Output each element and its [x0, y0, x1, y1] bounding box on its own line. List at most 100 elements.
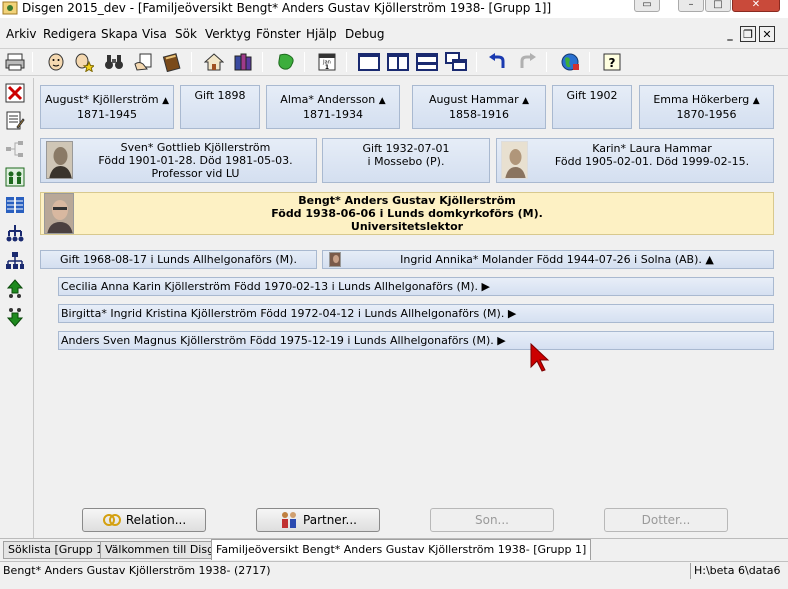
marriage-text: Gift 1898 — [194, 89, 246, 102]
main-person-birth: Född 1938-06-06 i Lunds domkyrkoförs (M)… — [271, 207, 543, 220]
menu-hjalp[interactable]: Hjälp — [306, 26, 337, 42]
menu-visa[interactable]: Visa — [142, 26, 167, 42]
menu-fonster[interactable]: Fönster — [256, 26, 301, 42]
father-photo — [46, 141, 73, 179]
parents-marriage-card[interactable]: Gift 1932-07-01 i Mossebo (P). — [322, 138, 490, 183]
person-years: 1858-1916 — [449, 108, 509, 121]
book-icon[interactable] — [161, 51, 183, 73]
tab-familjeoversikt[interactable]: Familjeöversikt Bengt* Anders Gustav Kjö… — [211, 539, 592, 560]
person-title: Professor vid LU — [151, 167, 240, 180]
descendant-list-icon[interactable] — [4, 194, 26, 216]
main-person-photo — [44, 193, 74, 234]
books-stack-icon[interactable] — [232, 51, 254, 73]
grandfather-paternal-card[interactable]: August* Kjöllerström ▲ 1871-1945 — [40, 85, 174, 129]
org-chart-icon[interactable] — [4, 250, 26, 272]
spouse-card[interactable]: Ingrid Annika* Molander Född 1944-07-26 … — [322, 250, 774, 269]
person-years: 1871-1934 — [303, 108, 363, 121]
up-arrow-icon[interactable]: ▲ — [162, 96, 169, 106]
app-icon — [2, 1, 18, 15]
undo-icon[interactable] — [487, 51, 509, 73]
relation-button[interactable]: Relation... — [82, 508, 206, 532]
minimize-button[interactable]: – — [678, 0, 704, 12]
maternal-marriage-card[interactable]: Gift 1902 — [552, 85, 632, 129]
ancestors-up-icon[interactable] — [4, 278, 26, 300]
grandmother-paternal-card[interactable]: Alma* Andersson ▲ 1871-1934 — [266, 85, 400, 129]
menu-debug[interactable]: Debug — [345, 26, 384, 42]
person-star-icon[interactable] — [73, 51, 95, 73]
left-toolbar — [0, 78, 32, 538]
spouse-photo — [329, 252, 341, 267]
print-icon[interactable] — [4, 51, 26, 73]
tree-down-icon[interactable] — [4, 222, 26, 244]
window-tabs: Söklista [Grupp 1] Välkommen till Disgen… — [0, 538, 788, 560]
son-label: Son... — [474, 513, 509, 527]
marriage-text: Gift 1902 — [566, 89, 618, 102]
home-icon[interactable] — [203, 51, 225, 73]
son-button[interactable]: Son... — [430, 508, 554, 532]
up-arrow-icon[interactable]: ▲ — [522, 96, 529, 106]
tile-vertical-icon[interactable] — [387, 51, 409, 73]
spouse-marriage-card[interactable]: Gift 1968-08-17 i Lunds Allhelgonaförs (… — [40, 250, 317, 269]
mdi-minimize-button[interactable]: _ — [722, 26, 738, 42]
menu-redigera[interactable]: Redigera — [43, 26, 96, 42]
grandmother-maternal-card[interactable]: Emma Hökerberg ▲ 1870-1956 — [639, 85, 774, 129]
tile-horizontal-icon[interactable] — [416, 51, 438, 73]
status-path: H:\beta 6\data6 — [690, 563, 786, 579]
child-row[interactable]: Birgitta* Ingrid Kristina Kjöllerström F… — [58, 304, 774, 323]
family-group-icon[interactable] — [4, 166, 26, 188]
main-person-card[interactable]: Bengt* Anders Gustav Kjöllerström Född 1… — [40, 192, 774, 235]
up-arrow-icon[interactable]: ▲ — [753, 96, 760, 106]
help-icon[interactable]: ? — [601, 51, 623, 73]
maximize-button[interactable]: □ — [705, 0, 731, 12]
person-name: August* Kjöllerström — [44, 93, 159, 106]
menu-verktyg[interactable]: Verktyg — [205, 26, 251, 42]
main-person-title: Universitetslektor — [350, 220, 464, 233]
close-window-button[interactable]: ✕ — [732, 0, 780, 12]
status-person: Bengt* Anders Gustav Kjöllerström 1938- … — [3, 564, 271, 577]
relation-label: Relation... — [125, 513, 187, 527]
menu-sok[interactable]: Sök — [175, 26, 197, 42]
father-card[interactable]: Sven* Gottlieb Kjöllerström Född 1901-01… — [40, 138, 317, 183]
marriage-place: i Mossebo (P). — [367, 155, 445, 168]
mdi-restore-button[interactable]: ❐ — [740, 26, 756, 42]
tab-soklista[interactable]: Söklista [Grupp 1] — [3, 541, 113, 559]
svg-text:?: ? — [609, 56, 616, 70]
mother-card[interactable]: Karin* Laura Hammar Född 1905-02-01. Död… — [496, 138, 774, 183]
binoculars-icon[interactable] — [103, 51, 125, 73]
rings-icon — [102, 512, 122, 528]
partner-label: Partner... — [303, 513, 357, 527]
child-row[interactable]: Anders Sven Magnus Kjöllerström Född 197… — [58, 331, 774, 350]
cascade-icon[interactable] — [445, 51, 467, 73]
descendants-down-icon[interactable] — [4, 306, 26, 328]
menu-skapa[interactable]: Skapa — [101, 26, 138, 42]
edit-notes-icon[interactable] — [4, 110, 26, 132]
mdi-close-button[interactable]: ✕ — [759, 26, 775, 42]
menu-arkiv[interactable]: Arkiv — [6, 26, 37, 42]
partner-button[interactable]: Partner... — [256, 508, 380, 532]
svg-text:1: 1 — [325, 64, 329, 71]
daughter-label: Dotter... — [641, 513, 691, 527]
child-row[interactable]: Cecilia Anna Karin Kjöllerström Född 197… — [58, 277, 774, 296]
spouse-marriage-text: Gift 1968-08-17 i Lunds Allhelgonaförs (… — [60, 253, 297, 266]
single-window-icon[interactable] — [358, 51, 380, 73]
mouse-cursor-icon — [530, 343, 550, 372]
person-name: August Hammar — [428, 93, 519, 106]
delete-person-icon[interactable] — [4, 82, 26, 104]
pedigree-gray-icon[interactable] — [4, 138, 26, 160]
daughter-button[interactable]: Dotter... — [604, 508, 728, 532]
mother-photo — [501, 141, 528, 179]
calendar-icon[interactable]: Jan 1 — [316, 51, 338, 73]
hand-document-icon[interactable] — [132, 51, 154, 73]
restore-window-icon[interactable]: ▭ — [634, 0, 660, 12]
map-icon[interactable] — [275, 51, 297, 73]
main-person-name: Bengt* Anders Gustav Kjöllerström — [298, 194, 516, 207]
up-arrow-icon[interactable]: ▲ — [379, 96, 386, 106]
person-name: Sven* Gottlieb Kjöllerström — [120, 141, 271, 154]
paternal-marriage-card[interactable]: Gift 1898 — [180, 85, 260, 129]
person-dates: Född 1905-02-01. Död 1999-02-15. — [554, 155, 750, 168]
grandfather-maternal-card[interactable]: August Hammar ▲ 1858-1916 — [412, 85, 546, 129]
globe-icon[interactable] — [559, 51, 581, 73]
person-face-icon[interactable] — [45, 51, 67, 73]
person-name: Alma* Andersson — [280, 93, 376, 106]
redo-icon[interactable] — [516, 51, 538, 73]
